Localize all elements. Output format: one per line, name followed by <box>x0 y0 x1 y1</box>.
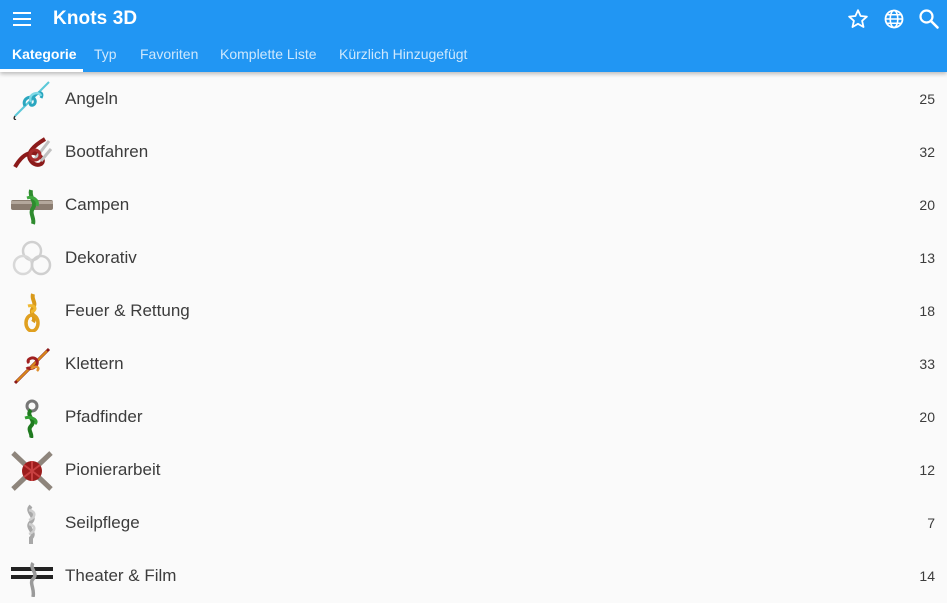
tab-kuerzlich-hinzugefuegt[interactable]: Kürzlich Hinzugefügt <box>339 38 467 72</box>
list-item-seilpflege[interactable]: Seilpflege 7 <box>0 497 947 550</box>
list-item-klettern[interactable]: Klettern 33 <box>0 338 947 391</box>
list-item-theater-film[interactable]: Theater & Film 14 <box>0 550 947 603</box>
camping-knot-icon <box>11 189 53 225</box>
category-count: 32 <box>919 144 935 160</box>
category-count: 18 <box>919 303 935 319</box>
toolbar: Knots 3D <box>0 0 947 38</box>
category-label: Dekorativ <box>65 248 137 267</box>
list-item-pionierarbeit[interactable]: Pionierarbeit 12 <box>0 444 947 497</box>
pioneering-knot-icon <box>11 451 53 491</box>
boating-knot-icon <box>13 137 53 169</box>
app-bar: Knots 3D Kategorie Typ Favoriten Komplet… <box>0 0 947 72</box>
category-count: 25 <box>919 91 935 107</box>
rope-care-knot-icon <box>27 504 36 544</box>
star-icon[interactable] <box>846 7 870 31</box>
fire-rescue-knot-icon <box>24 293 40 332</box>
fishing-knot-icon <box>13 81 50 120</box>
tab-komplette-liste[interactable]: Komplette Liste <box>220 38 317 72</box>
tab-favoriten[interactable]: Favoriten <box>140 38 198 72</box>
tab-bar: Kategorie Typ Favoriten Komplette Liste … <box>0 38 947 72</box>
climbing-knot-icon <box>13 347 51 385</box>
category-label: Pionierarbeit <box>65 460 161 479</box>
tab-typ[interactable]: Typ <box>94 38 117 72</box>
category-label: Angeln <box>65 89 118 108</box>
category-label: Seilpflege <box>65 513 140 532</box>
category-count: 20 <box>919 409 935 425</box>
category-label: Theater & Film <box>65 566 177 585</box>
category-count: 14 <box>919 568 935 584</box>
list-item-pfadfinder[interactable]: Pfadfinder 20 <box>0 391 947 444</box>
list-item-feuer-rettung[interactable]: Feuer & Rettung 18 <box>0 285 947 338</box>
category-label: Pfadfinder <box>65 407 143 426</box>
list-item-campen[interactable]: Campen 20 <box>0 179 947 232</box>
category-count: 12 <box>919 462 935 478</box>
category-label: Klettern <box>65 354 124 373</box>
menu-icon[interactable] <box>10 7 34 31</box>
category-label: Bootfahren <box>65 142 149 161</box>
category-label: Feuer & Rettung <box>65 301 190 320</box>
list-item-dekorativ[interactable]: Dekorativ 13 <box>0 232 947 285</box>
decorative-knot-icon <box>12 240 52 276</box>
list-item-angeln[interactable]: Angeln 25 <box>0 73 947 126</box>
search-icon[interactable] <box>917 7 941 31</box>
category-count: 13 <box>919 250 935 266</box>
category-count: 7 <box>927 515 935 531</box>
tab-kategorie[interactable]: Kategorie <box>12 38 77 72</box>
theater-film-knot-icon <box>11 562 53 597</box>
list-item-bootfahren[interactable]: Bootfahren 32 <box>0 126 947 179</box>
category-count: 20 <box>919 197 935 213</box>
scouting-knot-icon <box>24 399 39 438</box>
tab-indicator <box>0 69 83 72</box>
category-label: Campen <box>65 195 130 214</box>
category-count: 33 <box>919 356 935 372</box>
app-title: Knots 3D <box>53 8 138 29</box>
globe-icon[interactable] <box>882 7 906 31</box>
